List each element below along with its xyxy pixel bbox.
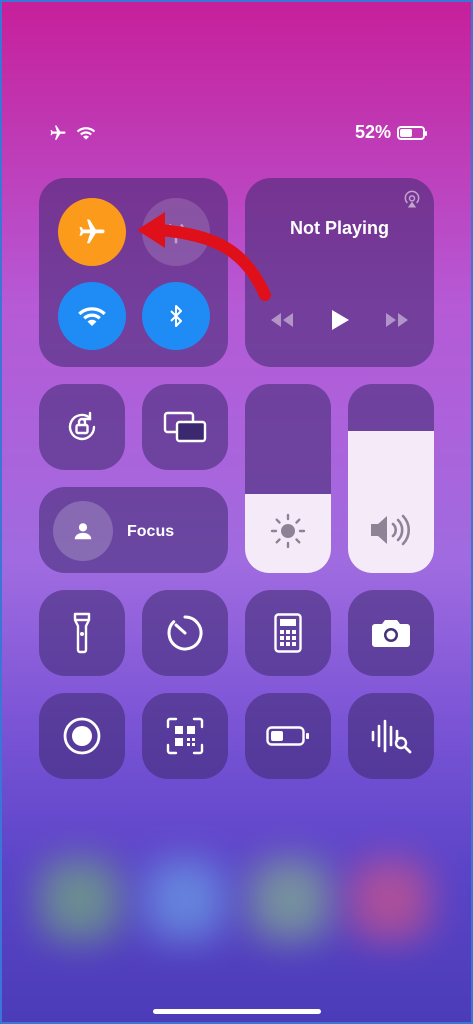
qr-code-scanner-icon	[166, 717, 204, 755]
timer-icon	[167, 615, 203, 651]
sun-icon	[270, 513, 306, 549]
calculator-button[interactable]	[245, 590, 331, 676]
flashlight-icon	[73, 612, 91, 654]
dock-blur	[145, 860, 225, 940]
screen-mirroring-button[interactable]	[142, 384, 228, 470]
speaker-icon	[371, 514, 410, 546]
person-icon	[74, 523, 92, 540]
code-scanner-button[interactable]	[142, 693, 228, 779]
orientation-lock-button[interactable]	[39, 384, 125, 470]
battery-icon	[397, 125, 427, 140]
volume-level-fill	[348, 431, 434, 573]
focus-icon-circle	[53, 501, 113, 561]
dock-blur	[350, 860, 430, 940]
airplane-icon	[79, 219, 105, 244]
timer-button[interactable]	[142, 590, 228, 676]
camera-button[interactable]	[348, 590, 434, 676]
wifi-icon	[78, 307, 106, 326]
fast-forward-icon[interactable]	[384, 311, 410, 329]
low-power-battery-icon	[266, 726, 309, 746]
play-icon[interactable]	[329, 308, 351, 332]
annotation-arrow	[137, 212, 271, 301]
wifi-toggle[interactable]	[58, 282, 126, 350]
screen-record-button[interactable]	[39, 693, 125, 779]
focus-label: Focus	[127, 523, 175, 540]
brightness-slider[interactable]	[245, 384, 331, 573]
sound-recognition-icon	[371, 719, 412, 754]
screen-mirroring-icon	[163, 411, 207, 443]
focus-button[interactable]: Focus	[39, 487, 228, 573]
orientation-lock-icon	[68, 411, 96, 441]
sound-recognition-button[interactable]	[348, 693, 434, 779]
status-bar: 52%	[48, 122, 427, 146]
flashlight-button[interactable]	[39, 590, 125, 676]
volume-slider[interactable]	[348, 384, 434, 573]
wifi-icon	[76, 127, 96, 140]
airplane-icon	[50, 125, 66, 140]
home-indicator	[152, 1009, 321, 1014]
rewind-icon[interactable]	[269, 311, 295, 329]
battery-percent: 52%	[354, 122, 391, 142]
low-power-mode-button[interactable]	[245, 693, 331, 779]
dock-blur	[40, 860, 120, 940]
airplane-mode-toggle[interactable]	[58, 198, 126, 266]
screen-record-icon	[63, 717, 101, 755]
dock-blur	[250, 860, 330, 940]
calculator-icon	[274, 613, 302, 653]
airplay-icon[interactable]	[402, 190, 422, 210]
camera-icon	[372, 620, 410, 647]
